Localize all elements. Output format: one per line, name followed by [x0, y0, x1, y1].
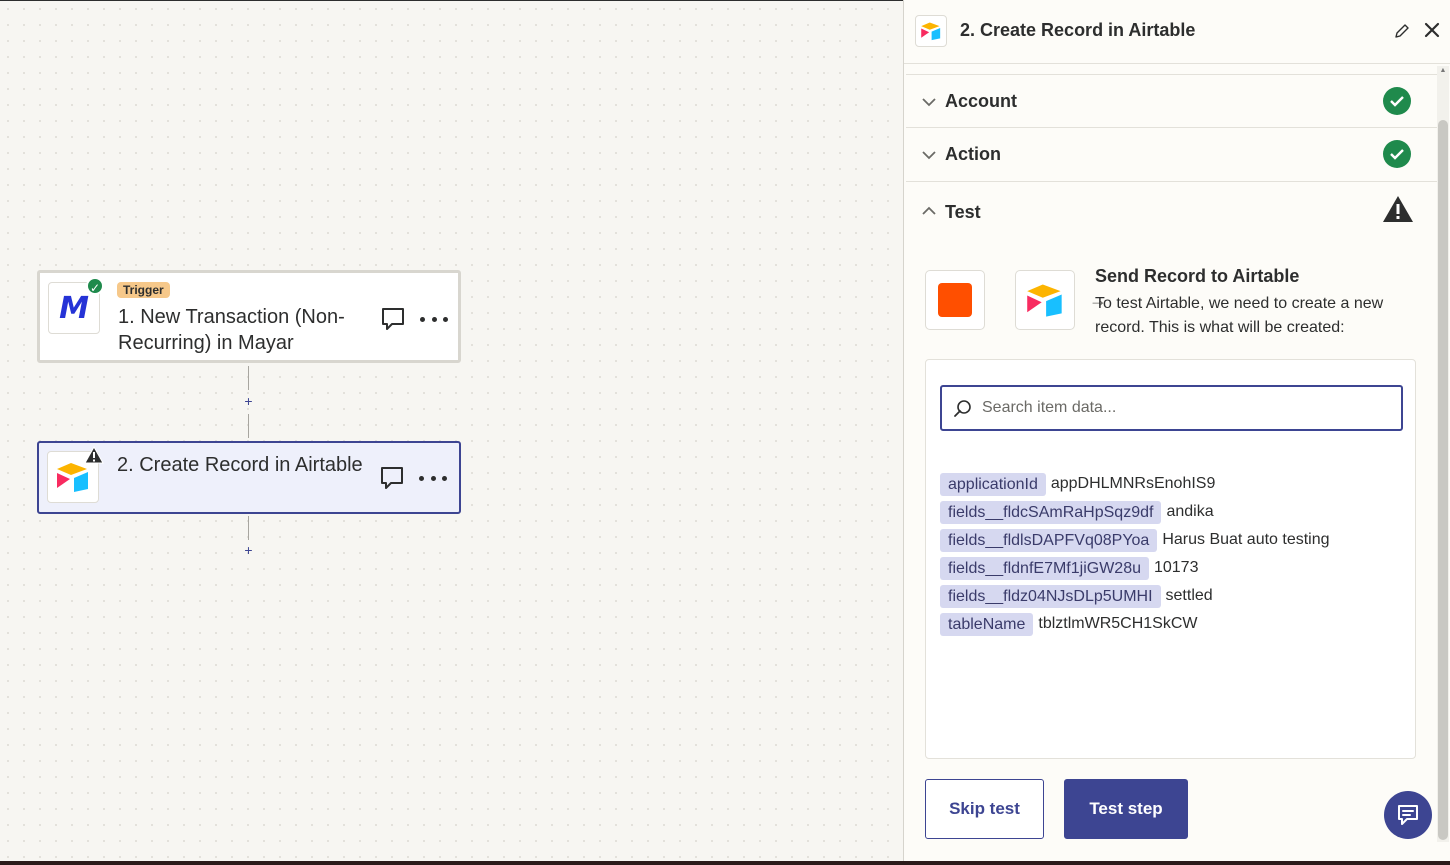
dot-icon	[430, 475, 436, 481]
airtable-logo-icon	[57, 463, 88, 492]
more-options-button[interactable]	[420, 309, 448, 329]
section-account[interactable]: Account	[906, 74, 1438, 128]
action-step-title: 2. Create Record in Airtable	[117, 454, 363, 476]
send-record-title: Send Record to Airtable	[1095, 266, 1300, 286]
help-chat-button[interactable]	[1384, 791, 1432, 839]
mayar-logo-icon: M	[59, 290, 89, 326]
add-step-button[interactable]: +	[242, 393, 255, 409]
field-key: tableName	[940, 612, 1034, 636]
airtable-app-icon	[1015, 270, 1075, 330]
chevron-up-icon	[922, 206, 936, 215]
trigger-badge: Trigger	[117, 282, 170, 298]
field-key: fields__fldcSAmRaHpSqz9df	[940, 500, 1162, 524]
field-value: appDHLMNRsEnohIS9	[1050, 475, 1216, 492]
check-circle-icon	[1383, 87, 1411, 115]
field-key: fields__fldnfE7Mf1jiGW28u	[940, 556, 1149, 580]
search-input[interactable]	[982, 395, 1392, 421]
edit-pencil-icon[interactable]	[1393, 22, 1411, 40]
field-key: applicationId	[940, 472, 1046, 496]
comment-button[interactable]	[379, 465, 405, 491]
field-value: tblztlmWR5CH1SkCW	[1038, 615, 1198, 632]
list-item: applicationId appDHLMNRsEnohIS9	[940, 470, 1330, 498]
section-test-label: Test	[945, 202, 981, 222]
connector-line	[248, 414, 249, 438]
field-value: settled	[1165, 587, 1213, 604]
taskbar-edge	[0, 861, 1450, 865]
section-action-label: Action	[945, 144, 1001, 164]
test-step-button[interactable]: Test step	[1064, 779, 1188, 839]
action-step-card[interactable]: 2. Create Record in Airtable	[37, 441, 461, 514]
section-test[interactable]: Test	[906, 182, 1438, 242]
airtable-logo-icon	[921, 22, 941, 41]
trigger-step-card[interactable]: M ✓ Trigger 1. New Transaction (Non-Recu…	[37, 270, 461, 363]
trigger-step-title: 1. New Transaction (Non-Recurring) in Ma…	[118, 306, 345, 354]
zapier-logo-icon	[938, 283, 972, 317]
section-action[interactable]: Action	[906, 128, 1438, 182]
list-item: fields__fldlsDAPFVq08PYoa Harus Buat aut…	[940, 526, 1330, 554]
add-step-button[interactable]: +	[242, 542, 255, 558]
skip-test-button[interactable]: Skip test	[925, 779, 1044, 839]
chat-icon	[1398, 805, 1418, 825]
scroll-up-arrow-icon[interactable]: ▲	[1438, 66, 1448, 76]
search-icon	[954, 400, 971, 417]
dot-icon	[431, 316, 437, 322]
zapier-app-icon	[925, 270, 985, 330]
connector-line	[248, 516, 249, 540]
warning-icon	[84, 446, 104, 464]
field-value: Harus Buat auto testing	[1162, 531, 1330, 548]
check-icon: ✓	[86, 277, 104, 295]
field-key: fields__fldz04NJsDLp5UMHI	[940, 584, 1161, 608]
scrollbar-thumb[interactable]	[1438, 120, 1448, 840]
connector-line	[248, 366, 249, 390]
field-key: fields__fldlsDAPFVq08PYoa	[940, 528, 1158, 552]
warning-icon	[1383, 196, 1413, 222]
section-account-label: Account	[945, 91, 1017, 111]
record-field-list: applicationId appDHLMNRsEnohIS9 fields__…	[940, 470, 1330, 638]
close-icon[interactable]	[1422, 20, 1442, 40]
comment-icon	[381, 467, 403, 489]
search-box[interactable]	[940, 385, 1403, 431]
airtable-app-icon	[915, 15, 947, 47]
list-item: tableName tblztlmWR5CH1SkCW	[940, 610, 1330, 638]
field-value: 10173	[1153, 559, 1199, 576]
field-value: andika	[1166, 503, 1214, 520]
workflow-canvas[interactable]	[0, 0, 903, 865]
send-record-description: To test Airtable, we need to create a ne…	[1095, 295, 1384, 336]
chevron-down-icon	[922, 98, 936, 107]
list-item: fields__fldcSAmRaHpSqz9df andika	[940, 498, 1330, 526]
dot-icon	[443, 316, 448, 322]
comment-button[interactable]	[380, 306, 406, 332]
list-item: fields__fldz04NJsDLp5UMHI settled	[940, 582, 1330, 610]
comment-icon	[382, 308, 404, 330]
record-data-card: applicationId appDHLMNRsEnohIS9 fields__…	[925, 359, 1416, 759]
dot-icon	[419, 475, 424, 481]
list-item: fields__fldnfE7Mf1jiGW28u 10173	[940, 554, 1330, 582]
check-circle-icon	[1383, 140, 1411, 168]
more-options-button[interactable]	[419, 468, 447, 488]
panel-header: 2. Create Record in Airtable	[904, 0, 1450, 64]
dot-icon	[442, 475, 447, 481]
dot-icon	[420, 316, 425, 322]
chevron-down-icon	[922, 151, 936, 160]
panel-title: 2. Create Record in Airtable	[960, 20, 1196, 40]
airtable-logo-icon	[1027, 284, 1062, 317]
